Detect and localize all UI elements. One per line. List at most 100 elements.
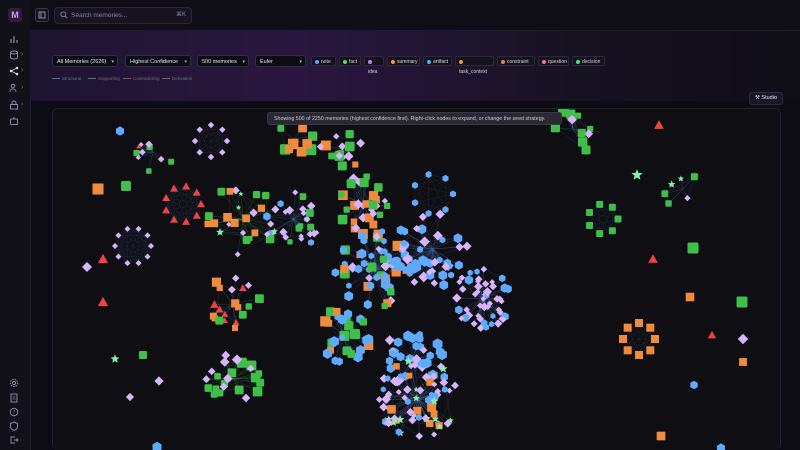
memory-node-fact[interactable] [349, 329, 361, 340]
memory-node-idea[interactable] [154, 376, 164, 386]
memory-node-decision[interactable] [667, 180, 676, 188]
memory-node-note[interactable] [453, 233, 463, 244]
graph-icon[interactable] [9, 66, 19, 76]
database-icon[interactable] [9, 50, 19, 60]
memory-node-constraint[interactable] [654, 120, 664, 129]
memory-node-fact[interactable] [344, 141, 355, 152]
chevron-right-icon[interactable]: › [21, 66, 23, 76]
memory-node-fact[interactable] [690, 173, 698, 181]
memory-node-idea[interactable] [271, 205, 280, 214]
memory-node-fact[interactable] [214, 372, 221, 380]
memory-node-fact[interactable] [363, 173, 370, 180]
memory-node-idea[interactable] [221, 350, 231, 360]
memory-node-summary[interactable] [242, 214, 250, 223]
chevron-right-icon[interactable]: › [21, 50, 23, 60]
memory-node-summary[interactable] [257, 204, 266, 212]
memory-node-note[interactable] [439, 280, 449, 291]
memory-node-idea[interactable] [384, 335, 395, 346]
memory-node-idea[interactable] [234, 251, 241, 258]
memory-node-note[interactable] [411, 181, 418, 189]
memory-node-fact[interactable] [381, 302, 388, 310]
memory-node-idea[interactable] [415, 432, 424, 440]
memory-node-note[interactable] [263, 212, 271, 221]
memory-node-note[interactable] [152, 441, 162, 450]
memory-node-note[interactable] [346, 282, 352, 289]
analytics-icon[interactable] [9, 34, 19, 44]
memory-node-idea[interactable] [112, 243, 118, 249]
memory-node-fact[interactable] [346, 179, 356, 189]
memory-node-fact[interactable] [215, 316, 224, 325]
chevron-right-icon[interactable]: › [21, 100, 23, 110]
scope-dropdown[interactable]: All Memories (2626) ▾ [52, 55, 118, 67]
memory-node-idea[interactable] [451, 381, 459, 390]
memory-node-idea[interactable] [115, 253, 122, 260]
memory-node-note[interactable] [454, 260, 463, 270]
memory-node-fact[interactable] [204, 384, 213, 392]
memory-node-constraint[interactable] [707, 330, 717, 339]
memory-node-fact[interactable] [379, 255, 388, 263]
memory-node-idea[interactable] [737, 333, 749, 345]
memory-node-fact[interactable] [581, 145, 591, 155]
memory-node-summary[interactable] [646, 323, 655, 332]
type-chip-decision[interactable]: decision [572, 56, 605, 66]
memory-node-summary[interactable] [623, 323, 632, 332]
memory-node-summary[interactable] [413, 406, 422, 415]
memory-node-summary[interactable] [216, 284, 223, 292]
memory-node-fact[interactable] [577, 137, 588, 147]
memory-node-fact[interactable] [267, 236, 275, 244]
memory-node-note[interactable] [308, 239, 314, 246]
settings-icon[interactable] [9, 378, 19, 388]
memory-node-note[interactable] [474, 268, 480, 275]
memory-node-note[interactable] [442, 174, 449, 182]
memory-node-summary[interactable] [352, 161, 359, 168]
memory-node-fact[interactable] [252, 386, 263, 397]
type-chip-fact[interactable]: fact [339, 56, 361, 66]
memory-node-fact[interactable] [368, 200, 378, 210]
memory-node-fact[interactable] [204, 212, 213, 221]
memory-node-idea[interactable] [241, 393, 251, 403]
memory-node-fact[interactable] [328, 152, 335, 160]
memory-node-note[interactable] [464, 275, 473, 285]
memory-node-summary[interactable] [646, 346, 655, 355]
memory-node-decision[interactable] [677, 175, 685, 182]
memory-node-fact[interactable] [367, 262, 377, 272]
memory-node-fact[interactable] [359, 318, 368, 326]
memory-node-fact[interactable] [661, 190, 669, 198]
memory-node-note[interactable] [717, 443, 725, 450]
panel-toggle-button[interactable] [35, 8, 49, 22]
memory-node-summary[interactable] [368, 191, 379, 201]
memory-node-summary[interactable] [92, 183, 104, 195]
memory-node-summary[interactable] [204, 220, 211, 228]
logout-icon[interactable] [9, 435, 19, 445]
memory-node-fact[interactable] [337, 161, 347, 171]
memory-node-fact[interactable] [585, 208, 593, 216]
memory-node-fact[interactable] [338, 191, 345, 199]
graph-canvas[interactable] [52, 108, 781, 450]
limit-dropdown[interactable]: 500 memories ▾ [197, 55, 249, 67]
memory-node-summary[interactable] [656, 431, 666, 441]
memory-node-fact[interactable] [575, 112, 582, 119]
memory-node-decision[interactable] [631, 169, 643, 180]
memory-node-idea[interactable] [452, 293, 462, 303]
chevron-right-icon[interactable]: › [21, 83, 23, 93]
type-chip-constraint[interactable]: constraint [497, 56, 535, 66]
memory-node-fact[interactable] [133, 149, 140, 157]
graph-nodes[interactable] [81, 109, 749, 450]
layout-dropdown[interactable]: Euler ▾ [255, 55, 306, 67]
memory-node-note[interactable] [467, 269, 473, 276]
memory-node-summary[interactable] [635, 351, 643, 359]
memory-node-note[interactable] [360, 259, 368, 268]
help-icon[interactable]: ? [9, 407, 19, 417]
type-chip-task-context[interactable]: task_context [455, 56, 494, 75]
memory-node-idea[interactable] [232, 274, 240, 282]
memory-node-fact[interactable] [305, 208, 314, 217]
memory-node-fact[interactable] [277, 124, 285, 132]
memory-node-fact[interactable] [245, 303, 252, 310]
memory-node-idea[interactable] [135, 260, 142, 267]
memory-node-fact[interactable] [347, 350, 356, 358]
memory-node-note[interactable] [441, 386, 448, 393]
memory-node-fact[interactable] [387, 288, 395, 296]
memory-node-summary[interactable] [226, 187, 234, 195]
memory-node-idea[interactable] [148, 243, 154, 249]
memory-node-note[interactable] [415, 414, 422, 421]
